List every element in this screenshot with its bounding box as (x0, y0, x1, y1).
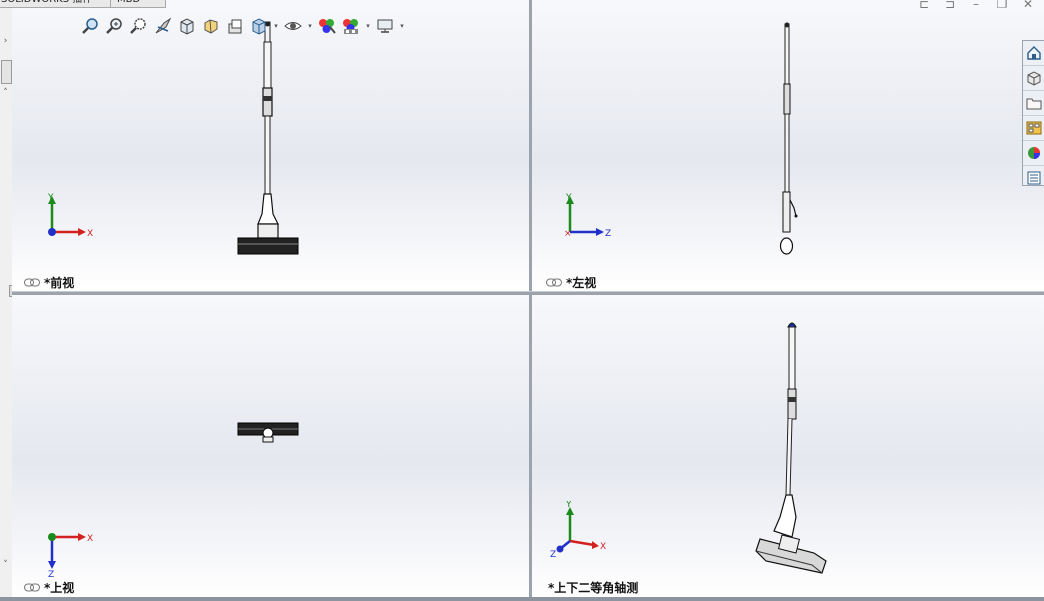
tab-mbd[interactable]: MBD (110, 0, 166, 8)
viewport-label-top: *上视 (24, 579, 74, 596)
expand-arrow-icon[interactable]: › (0, 36, 11, 46)
link-views-icon[interactable] (24, 278, 40, 287)
task-pane-tabs (1022, 40, 1044, 186)
mop-left-model (779, 22, 798, 255)
triad-z-label: Z (48, 570, 54, 577)
solidworks-resources-icon[interactable] (1023, 41, 1044, 66)
zoom-to-area-icon[interactable] (104, 15, 126, 37)
triad-y-label: Y (47, 193, 54, 203)
viewport-label-left: *左视 (546, 274, 596, 291)
viewport-label-front: *前视 (24, 274, 74, 291)
link-views-icon[interactable] (546, 278, 562, 287)
link-views-icon[interactable] (24, 583, 40, 592)
chevron-down-icon[interactable]: ▾ (306, 22, 314, 30)
view-name: *左视 (566, 276, 597, 290)
hide-show-eye-icon[interactable] (282, 15, 304, 37)
viewport-left[interactable]: × Y Z *左视 (532, 0, 1044, 291)
zoom-to-fit-icon[interactable] (80, 15, 102, 37)
hide-show-items-icon[interactable] (224, 15, 246, 37)
view-settings-icon[interactable] (374, 15, 396, 37)
edit-appearance-icon[interactable] (316, 15, 338, 37)
triad-iso: Y X Z (550, 501, 606, 560)
tile-left-icon[interactable]: ⊏ (916, 0, 932, 10)
triad-top: X Z (48, 533, 93, 577)
view-name: *前视 (44, 276, 75, 290)
triad-left: × Y Z (564, 193, 611, 239)
triad-y-label: Y (565, 193, 572, 203)
heads-up-view-toolbar: ▾ ▾ ▾ ▾ (80, 15, 406, 37)
viewport-vertical-splitter[interactable] (529, 0, 532, 597)
design-library-icon[interactable] (1023, 66, 1044, 91)
apply-scene-icon[interactable] (340, 15, 362, 37)
view-palette-icon[interactable] (1023, 116, 1044, 141)
triad-x-label: X (87, 534, 93, 544)
view-name: *上下二等角轴测 (548, 581, 639, 595)
minimize-icon[interactable]: – (968, 0, 984, 10)
file-explorer-icon[interactable] (1023, 91, 1044, 116)
scroll-down-icon[interactable]: ˅ (0, 560, 11, 570)
window-controls: ⊏ ⊐ – ❐ ✕ (916, 0, 1036, 10)
custom-properties-icon[interactable] (1023, 166, 1044, 190)
chevron-down-icon[interactable]: ▾ (364, 22, 372, 30)
triad-x-label: X (87, 229, 93, 239)
chevron-down-icon[interactable]: ▾ (398, 22, 406, 30)
appearances-scenes-icon[interactable] (1023, 141, 1044, 166)
display-style-icon[interactable] (200, 15, 222, 37)
view-settings-cube-icon[interactable] (248, 15, 270, 37)
chevron-down-icon[interactable]: ▾ (272, 22, 280, 30)
restore-icon[interactable]: ❐ (994, 0, 1010, 10)
panel-toggle[interactable] (1, 60, 12, 84)
viewport-top[interactable]: X Z *上视 (12, 295, 529, 597)
viewport-horizontal-splitter[interactable] (12, 291, 1044, 295)
previous-view-icon[interactable] (128, 15, 150, 37)
triad-z-label: Z (550, 550, 556, 560)
view-name: *上视 (44, 581, 75, 595)
section-view-icon[interactable] (152, 15, 174, 37)
tile-right-icon[interactable]: ⊐ (942, 0, 958, 10)
triad-front: Y X (47, 193, 93, 239)
viewport-front[interactable]: Y X *前视 (12, 0, 529, 291)
viewport-label-iso: *上下二等角轴测 (548, 579, 638, 596)
bottom-border (0, 597, 1044, 601)
scroll-up-icon[interactable]: ˄ (0, 88, 11, 98)
svg-text:×: × (564, 229, 572, 239)
close-icon[interactable]: ✕ (1020, 0, 1036, 10)
view-orientation-icon[interactable] (176, 15, 198, 37)
triad-y-label: Y (565, 501, 572, 510)
mop-top-model (237, 422, 299, 443)
mop-front-model (237, 21, 299, 255)
triad-z-label: Z (605, 229, 611, 239)
triad-x-label: X (600, 542, 606, 552)
viewport-isometric[interactable]: Y X Z *上下二等角轴测 (532, 295, 1044, 597)
mop-iso-model (755, 322, 827, 574)
